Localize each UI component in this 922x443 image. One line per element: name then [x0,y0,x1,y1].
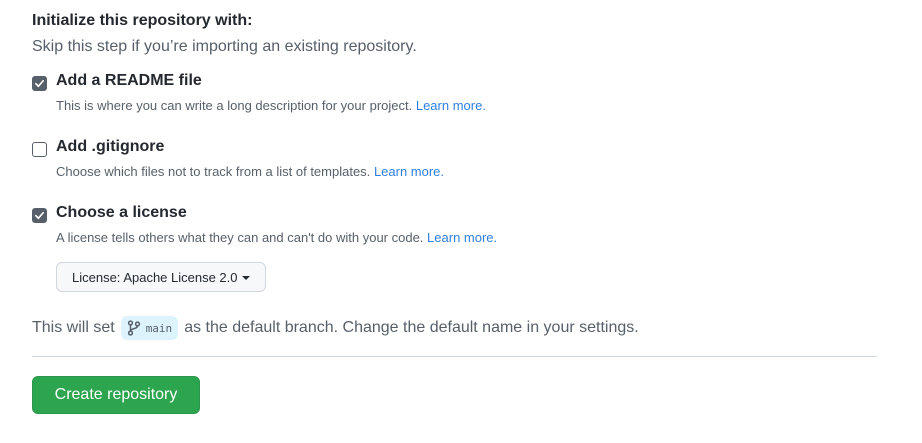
create-repository-button[interactable]: Create repository [32,376,200,414]
git-branch-icon [127,320,140,336]
caret-down-icon [241,276,250,280]
default-branch-note: This will set main as the default branch… [32,316,639,340]
gitignore-learn-more-link[interactable]: Learn more. [374,164,444,179]
license-learn-more-link[interactable]: Learn more. [427,230,497,245]
gitignore-label[interactable]: Add .gitignore [56,138,164,156]
check-icon [35,79,44,88]
readme-description-text: This is where you can write a long descr… [56,98,413,113]
divider [32,356,877,357]
branch-note-suffix: as the default branch. Change the defaul… [184,319,639,336]
license-select-label: License: Apache License 2.0 [72,269,238,285]
section-title: Initialize this repository with: [32,12,253,29]
branch-note-prefix: This will set [32,319,115,336]
gitignore-checkbox[interactable] [32,142,47,157]
readme-learn-more-link[interactable]: Learn more. [416,98,486,113]
license-checkbox[interactable] [32,208,47,223]
section-subtitle: Skip this step if you’re importing an ex… [32,38,417,55]
branch-chip: main [120,316,179,340]
license-description: A license tells others what they can and… [56,230,497,245]
license-label[interactable]: Choose a license [56,204,187,222]
branch-name: main [145,321,173,335]
readme-checkbox[interactable] [32,76,47,91]
gitignore-description-text: Choose which files not to track from a l… [56,164,371,179]
license-description-text: A license tells others what they can and… [56,230,424,245]
license-select-button[interactable]: License: Apache License 2.0 [56,262,266,292]
readme-description: This is where you can write a long descr… [56,98,486,113]
gitignore-description: Choose which files not to track from a l… [56,164,444,179]
readme-label[interactable]: Add a README file [56,72,202,90]
check-icon [35,211,44,220]
